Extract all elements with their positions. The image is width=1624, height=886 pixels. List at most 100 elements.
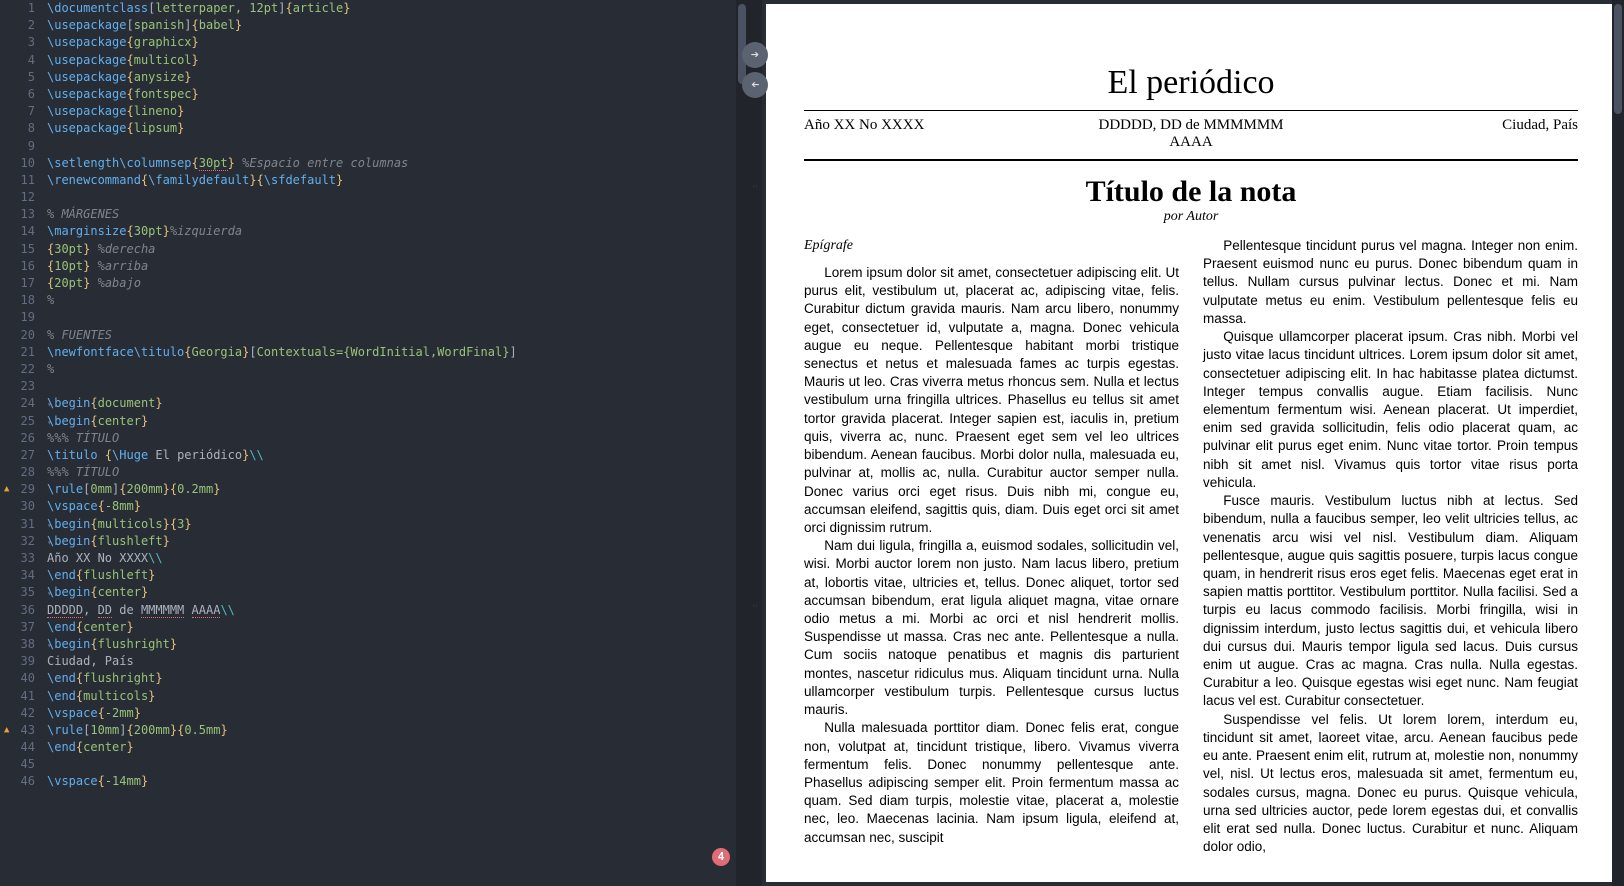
line-number: 6 [0, 86, 35, 103]
line-number: 28 [0, 464, 35, 481]
code-line[interactable]: \rule[0mm]{200mm}{0.2mm} [47, 481, 748, 498]
line-number: 3 [0, 34, 35, 51]
meta-location: Ciudad, País [1320, 117, 1578, 151]
line-number: 34 [0, 567, 35, 584]
preview-scrollbar[interactable] [1612, 0, 1624, 886]
code-line[interactable]: \end{flushright} [47, 670, 748, 687]
code-line[interactable] [47, 756, 748, 773]
line-number: 17 [0, 275, 35, 292]
code-line[interactable]: \end{multicols} [47, 688, 748, 705]
code-line[interactable]: % [47, 361, 748, 378]
line-number: 15 [0, 241, 35, 258]
scroll-thumb[interactable] [1614, 4, 1622, 114]
line-number: 27 [0, 447, 35, 464]
line-gutter: 1234567891011121314151617181920212223242… [0, 0, 43, 886]
code-line[interactable]: \setlength\columnsep{30pt} %Espacio entr… [47, 155, 748, 172]
code-line[interactable]: \usepackage{lineno} [47, 103, 748, 120]
code-line[interactable]: % MÁRGENES [47, 206, 748, 223]
code-line[interactable]: ▾\begin{flushleft} [47, 533, 748, 550]
code-line[interactable]: Año XX No XXXX\\ [47, 550, 748, 567]
code-line[interactable]: ▾\begin{center} [47, 584, 748, 601]
code-area[interactable]: 1234567891011121314151617181920212223242… [0, 0, 748, 886]
code-line[interactable]: \rule[10mm]{200mm}{0.5mm} [47, 722, 748, 739]
code-line[interactable]: \end{flushleft} [47, 567, 748, 584]
code-line[interactable]: {20pt} %abajo [47, 275, 748, 292]
code-line[interactable]: \usepackage{anysize} [47, 69, 748, 86]
line-number: 40 [0, 670, 35, 687]
body-paragraph: Suspendisse vel felis. Ut lorem lorem, i… [1203, 711, 1578, 857]
code-line[interactable]: \usepackage{fontspec} [47, 86, 748, 103]
code-line[interactable]: Ciudad, País [47, 653, 748, 670]
code-line[interactable]: {10pt} %arriba [47, 258, 748, 275]
line-number: 31 [0, 516, 35, 533]
code-line[interactable] [47, 189, 748, 206]
code-line[interactable]: {30pt} %derecha [47, 241, 748, 258]
code-line[interactable]: \end{center} [47, 739, 748, 756]
code-content[interactable]: \documentclass[letterpaper, 12pt]{articl… [43, 0, 748, 886]
body-paragraph: Lorem ipsum dolor sit amet, consectetuer… [804, 264, 1179, 537]
error-badge[interactable]: 4 [712, 848, 730, 866]
pdf-page[interactable]: El periódico Año XX No XXXX DDDDD, DD de… [766, 4, 1616, 882]
code-line[interactable]: %%% TÍTULO [47, 464, 748, 481]
code-line[interactable] [47, 378, 748, 395]
article-author: por Autor [804, 209, 1578, 225]
line-number: 35 [0, 584, 35, 601]
line-number: 26 [0, 430, 35, 447]
code-line[interactable]: \vspace{-8mm} [47, 498, 748, 515]
line-number: 45 [0, 756, 35, 773]
code-line[interactable]: DDDDD, DD de MMMMMM AAAA\\ [47, 602, 748, 619]
code-line[interactable]: \end{center} [47, 619, 748, 636]
line-number: 16 [0, 258, 35, 275]
code-line[interactable] [47, 138, 748, 155]
sync-to-pdf-button[interactable]: ➔ [742, 42, 768, 68]
line-number: 36 [0, 602, 35, 619]
code-line[interactable]: % [47, 292, 748, 309]
line-number: 7 [0, 103, 35, 120]
sync-to-source-button[interactable]: ➔ [742, 72, 768, 98]
pane-divider[interactable]: ➔ ➔ ⋮⋮ ⋮⋮ [748, 0, 762, 886]
code-line[interactable] [47, 309, 748, 326]
line-number: 42 [0, 705, 35, 722]
code-line[interactable]: \usepackage{multicol} [47, 52, 748, 69]
line-number: 23 [0, 378, 35, 395]
code-line[interactable]: \marginsize{30pt}%izquierda [47, 223, 748, 240]
meta-date: DDDDD, DD de MMMMMM AAAA [1062, 117, 1320, 151]
code-line[interactable]: \vspace{-2mm} [47, 705, 748, 722]
body-paragraph: Quisque ullamcorper placerat ipsum. Cras… [1203, 328, 1578, 492]
code-line[interactable]: \usepackage[spanish]{babel} [47, 17, 748, 34]
code-line[interactable]: ▾\begin{multicols}{3} [47, 516, 748, 533]
arrow-right-icon: ➔ [751, 47, 759, 63]
line-number: 10 [0, 155, 35, 172]
code-line[interactable]: \usepackage{lipsum} [47, 120, 748, 137]
line-number: 12 [0, 189, 35, 206]
code-line[interactable]: \usepackage{graphicx} [47, 34, 748, 51]
rule-thin [804, 110, 1578, 111]
code-line[interactable]: \newfontface\titulo{Georgia}[Contextuals… [47, 344, 748, 361]
article-title: Título de la nota [804, 175, 1578, 209]
article-columns: Epígrafe Lorem ipsum dolor sit amet, con… [804, 237, 1578, 856]
line-number: 41 [0, 688, 35, 705]
line-number: 13 [0, 206, 35, 223]
line-number: 37 [0, 619, 35, 636]
meta-issue: Año XX No XXXX [804, 117, 1062, 151]
newspaper-title: El periódico [804, 64, 1578, 102]
line-number: 5 [0, 69, 35, 86]
code-line[interactable]: \titulo {\Huge El periódico}\\ [47, 447, 748, 464]
line-number: 14 [0, 223, 35, 240]
arrow-left-icon: ➔ [751, 77, 759, 93]
scroll-thumb[interactable] [738, 4, 746, 84]
line-number: 19 [0, 309, 35, 326]
epigraph: Epígrafe [804, 237, 1179, 256]
line-number: 24 [0, 395, 35, 412]
line-number: 29 [0, 481, 35, 498]
code-line[interactable]: \renewcommand{\familydefault}{\sfdefault… [47, 172, 748, 189]
code-line[interactable]: ▾\begin{flushright} [47, 636, 748, 653]
code-line[interactable]: % FUENTES [47, 327, 748, 344]
code-line[interactable]: ▾\begin{document} [47, 395, 748, 412]
editor-scrollbar[interactable] [736, 0, 748, 886]
code-line[interactable]: %%% TÍTULO [47, 430, 748, 447]
code-line[interactable]: \vspace{-14mm} [47, 773, 748, 790]
line-number: 38 [0, 636, 35, 653]
code-line[interactable]: ▾\begin{center} [47, 413, 748, 430]
code-line[interactable]: \documentclass[letterpaper, 12pt]{articl… [47, 0, 748, 17]
